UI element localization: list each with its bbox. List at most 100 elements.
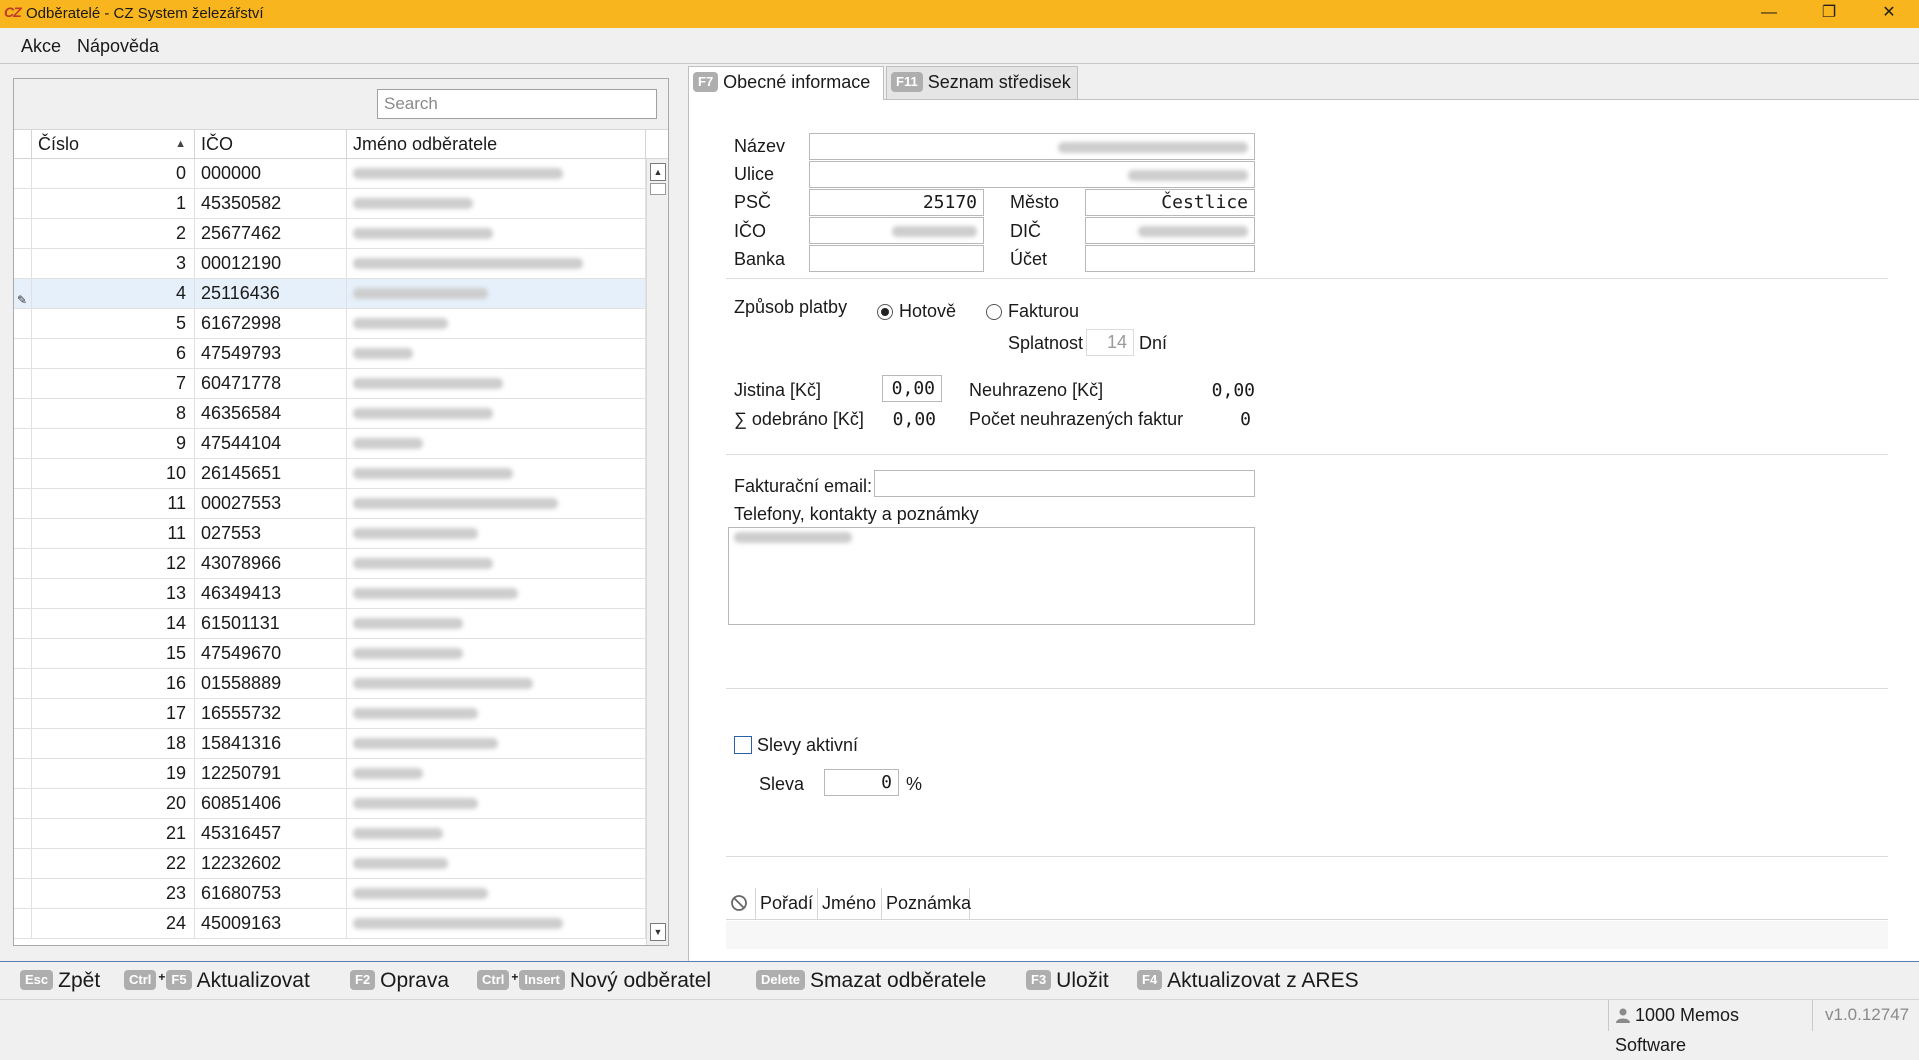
radio-hotove[interactable] <box>877 304 893 320</box>
cell-ico: 00027553 <box>195 489 347 518</box>
dic-field[interactable] <box>1085 217 1255 244</box>
scroll-thumb[interactable] <box>650 183 666 195</box>
table-row[interactable]: 11 00027553 <box>14 489 646 519</box>
label-slevy-aktivni[interactable]: Slevy aktivní <box>757 735 858 756</box>
action-oprava[interactable]: F2 Oprava <box>350 969 449 993</box>
table-row[interactable]: 5 61672998 <box>14 309 646 339</box>
table-row[interactable]: 10 26145651 <box>14 459 646 489</box>
cell-cislo: 15 <box>32 639 195 668</box>
psc-field[interactable]: 25170 <box>809 189 984 216</box>
column-header-poznamka[interactable]: Poznámka <box>882 888 971 919</box>
row-indicator <box>14 699 32 728</box>
table-row[interactable]: 0 000000 <box>14 159 646 189</box>
cell-cislo: 20 <box>32 789 195 818</box>
cell-jmeno-redacted <box>347 609 646 638</box>
cell-jmeno-redacted <box>347 579 646 608</box>
minimize-button[interactable]: — <box>1741 0 1797 28</box>
action-label: Aktualizovat <box>196 969 310 992</box>
cell-jmeno-redacted <box>347 699 646 728</box>
column-header-ico[interactable]: IČO <box>195 130 347 159</box>
table-row[interactable]: 7 60471778 <box>14 369 646 399</box>
row-indicator <box>14 909 32 938</box>
table-row[interactable]: 6 47549793 <box>14 339 646 369</box>
table-row[interactable]: 15 47549670 <box>14 639 646 669</box>
mesto-field[interactable]: Čestlice <box>1085 189 1255 216</box>
table-row[interactable]: 8 46356584 <box>14 399 646 429</box>
table-row[interactable]: 21 45316457 <box>14 819 646 849</box>
table-row[interactable]: 20 60851406 <box>14 789 646 819</box>
table-row[interactable]: 18 15841316 <box>14 729 646 759</box>
slevy-aktivni-checkbox[interactable] <box>734 736 752 754</box>
table-row[interactable]: 24 45009163 <box>14 909 646 939</box>
column-header-jmeno-sub[interactable]: Jméno <box>818 888 882 919</box>
table-row[interactable]: 9 47544104 <box>14 429 646 459</box>
ucet-field[interactable] <box>1085 245 1255 272</box>
cell-cislo: 13 <box>32 579 195 608</box>
table-row[interactable]: 23 61680753 <box>14 879 646 909</box>
row-indicator <box>14 879 32 908</box>
action-smazat-odběratele[interactable]: Delete Smazat odběratele <box>756 969 986 993</box>
cell-cislo: 19 <box>32 759 195 788</box>
table-row[interactable]: 1 45350582 <box>14 189 646 219</box>
action-zpět[interactable]: Esc Zpět <box>20 969 100 993</box>
row-indicator <box>14 849 32 878</box>
menu-napoveda[interactable]: Nápověda <box>77 36 159 57</box>
cell-ico: 45009163 <box>195 909 347 938</box>
stredisko-grid-body <box>726 921 1888 949</box>
cell-cislo: 22 <box>32 849 195 878</box>
scroll-up-icon[interactable]: ▲ <box>650 163 666 181</box>
action-label: Oprava <box>380 969 450 992</box>
close-button[interactable]: ✕ <box>1861 0 1917 28</box>
radio-fakturou[interactable] <box>986 304 1002 320</box>
action-uložit[interactable]: F3 Uložit <box>1026 969 1109 993</box>
separator <box>726 688 1888 689</box>
vertical-scrollbar[interactable]: ▲ ▼ <box>646 159 668 945</box>
search-input[interactable] <box>377 89 657 119</box>
table-row[interactable]: 17 16555732 <box>14 699 646 729</box>
action-aktualizovat[interactable]: Ctrl + F5 Aktualizovat <box>124 969 310 993</box>
ico-field[interactable] <box>809 217 984 244</box>
tab-obecne-informace[interactable]: F7 Obecné informace <box>688 66 884 100</box>
label-fakturou[interactable]: Fakturou <box>1008 301 1079 322</box>
cell-cislo: 2 <box>32 219 195 248</box>
cell-jmeno-redacted <box>347 219 646 248</box>
sleva-field[interactable]: 0 <box>824 769 899 796</box>
cell-ico: 000000 <box>195 159 347 188</box>
action-aktualizovat-z-ares[interactable]: F4 Aktualizovat z ARES <box>1137 969 1359 993</box>
menu-akce[interactable]: Akce <box>21 36 61 57</box>
table-row[interactable]: 14 61501131 <box>14 609 646 639</box>
jistina-field[interactable]: 0,00 <box>882 375 942 402</box>
notes-textarea[interactable] <box>728 527 1255 625</box>
stredisko-grid-header: Pořadí Jméno Poznámka <box>726 888 1888 920</box>
table-row[interactable]: 2 25677462 <box>14 219 646 249</box>
restore-button[interactable]: ❐ <box>1801 0 1857 28</box>
table-row[interactable]: 13 46349413 <box>14 579 646 609</box>
table-row[interactable]: 3 00012190 <box>14 249 646 279</box>
table-row[interactable]: 19 12250791 <box>14 759 646 789</box>
table-row[interactable]: 16 01558889 <box>14 669 646 699</box>
table-row[interactable]: 12 43078966 <box>14 549 646 579</box>
fakturacni-email-field[interactable] <box>874 470 1255 497</box>
row-indicator <box>14 189 32 218</box>
column-header-jmeno[interactable]: Jméno odběratele <box>347 130 646 159</box>
nazev-field[interactable] <box>809 133 1255 160</box>
table-row[interactable]: 11 027553 <box>14 519 646 549</box>
table-row[interactable]: 22 12232602 <box>14 849 646 879</box>
cell-ico: 61501131 <box>195 609 347 638</box>
label-splatnost: Splatnost <box>1008 333 1084 353</box>
column-header-cislo[interactable]: Číslo ▲ <box>32 130 195 159</box>
cell-jmeno-redacted <box>347 729 646 758</box>
label-hotove[interactable]: Hotově <box>899 301 956 322</box>
cell-cislo: 11 <box>32 519 195 548</box>
key-badge: Insert <box>519 970 565 990</box>
ulice-field[interactable] <box>809 161 1255 188</box>
separator <box>726 454 1888 455</box>
banka-field[interactable] <box>809 245 984 272</box>
label-percent: % <box>906 774 923 794</box>
scroll-down-icon[interactable]: ▼ <box>650 923 666 941</box>
tab-seznam-stredisek[interactable]: F11 Seznam středisek <box>886 66 1078 99</box>
column-header-poradi[interactable]: Pořadí <box>756 888 818 919</box>
table-row[interactable]: ✎ 4 25116436 <box>14 279 646 309</box>
row-indicator <box>14 729 32 758</box>
action-nový-odběratel[interactable]: Ctrl + Insert Nový odběratel <box>477 969 711 993</box>
